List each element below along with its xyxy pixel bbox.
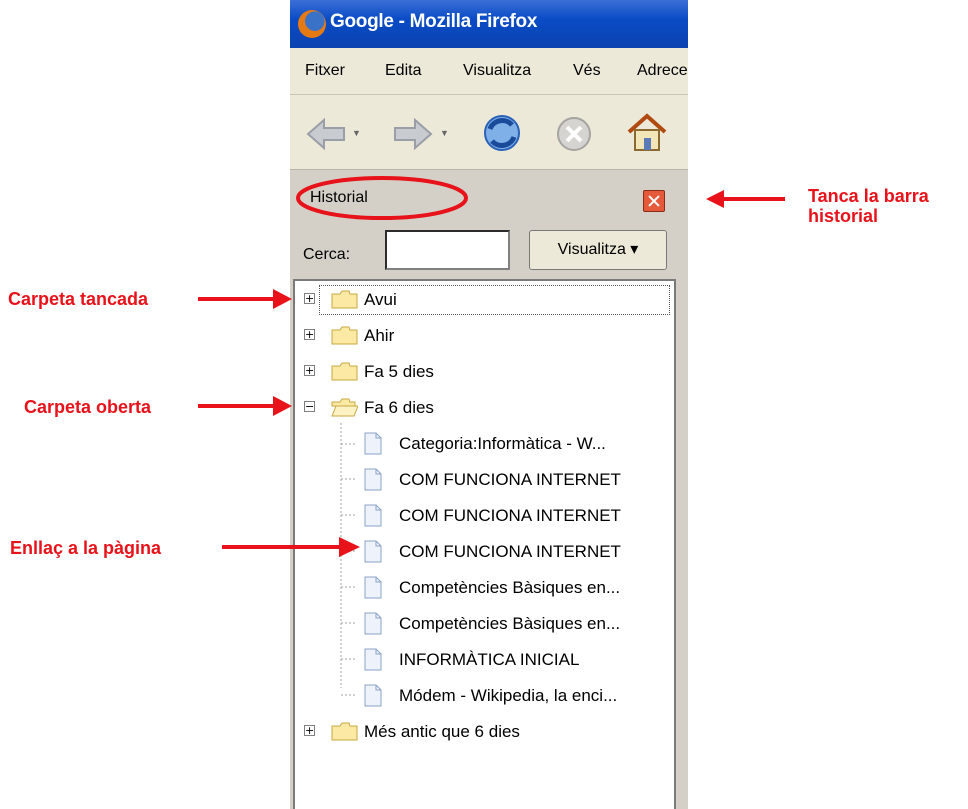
history-page-link[interactable]: COM FUNCIONA INTERNET	[295, 465, 675, 495]
history-page-link[interactable]: COM FUNCIONA INTERNET	[295, 537, 675, 567]
expand-plus-icon[interactable]: +	[304, 329, 315, 340]
history-folder-mes-antic[interactable]: + Més antic que 6 dies	[295, 717, 675, 747]
home-icon[interactable]	[625, 110, 669, 154]
history-folder-fa-6-dies[interactable]: − Fa 6 dies	[295, 393, 675, 423]
menu-fitxer[interactable]: Fitxer	[305, 62, 345, 80]
forward-arrow-icon[interactable]	[393, 117, 433, 151]
menu-edita[interactable]: Edita	[385, 62, 421, 80]
folder-closed-icon	[331, 722, 358, 741]
search-input[interactable]	[385, 230, 510, 270]
page-title: COM FUNCIONA INTERNET	[399, 470, 621, 489]
folder-closed-icon	[331, 326, 358, 345]
history-tree: + Avui + Ahir + Fa 5 dies − Fa 6 dies Ca…	[293, 279, 676, 809]
annotation-close-sidebar: Tanca la barra historial	[808, 186, 929, 226]
folder-open-icon	[331, 398, 358, 417]
expand-plus-icon[interactable]: +	[304, 365, 315, 376]
stop-icon[interactable]	[555, 115, 593, 153]
history-page-link[interactable]: INFORMÀTICA INICIAL	[295, 645, 675, 675]
search-label: Cerca:	[303, 246, 351, 263]
page-icon	[364, 648, 382, 671]
sidebar-title: Historial	[310, 189, 368, 206]
menu-ves[interactable]: Vés	[573, 62, 601, 80]
page-title: Competències Bàsiques en...	[399, 614, 621, 633]
page-icon	[364, 612, 382, 635]
expand-plus-icon[interactable]: +	[304, 293, 315, 304]
menu-adreces[interactable]: Adreces	[637, 62, 688, 80]
close-sidebar-icon[interactable]	[643, 190, 665, 212]
search-row: Cerca: Visualitza ▾	[290, 230, 688, 280]
history-page-link[interactable]: Competències Bàsiques en...	[295, 573, 675, 603]
folder-closed-icon	[331, 290, 358, 309]
page-title: COM FUNCIONA INTERNET	[399, 542, 621, 561]
page-icon	[364, 684, 382, 707]
reload-icon[interactable]	[480, 111, 524, 155]
back-arrow-icon[interactable]	[306, 117, 346, 151]
navigation-toolbar: ▼ ▼	[290, 95, 688, 170]
sidebar-header: Historial	[290, 170, 688, 230]
back-dropdown-icon[interactable]: ▼	[352, 128, 361, 138]
expand-plus-icon[interactable]: +	[304, 725, 315, 736]
history-page-link[interactable]: Módem - Wikipedia, la enci...	[295, 681, 675, 711]
menu-visualitza[interactable]: Visualitza	[463, 62, 531, 80]
page-title: Módem - Wikipedia, la enci...	[399, 686, 618, 705]
firefox-window: Google - Mozilla Firefox Fitxer Edita Vi…	[290, 0, 688, 809]
page-title: COM FUNCIONA INTERNET	[399, 506, 621, 525]
folder-label: Avui	[364, 290, 397, 309]
window-title: Google - Mozilla Firefox	[330, 11, 538, 32]
folder-label: Fa 5 dies	[364, 362, 434, 381]
history-page-link[interactable]: Categoria:Informàtica - W...	[295, 429, 675, 459]
collapse-minus-icon[interactable]: −	[304, 401, 315, 412]
folder-label: Més antic que 6 dies	[364, 722, 520, 741]
history-folder-avui[interactable]: + Avui	[295, 285, 675, 315]
page-title: INFORMÀTICA INICIAL	[399, 650, 580, 669]
folder-label: Fa 6 dies	[364, 398, 434, 417]
menu-bar: Fitxer Edita Visualitza Vés Adreces	[290, 48, 688, 95]
history-page-link[interactable]: COM FUNCIONA INTERNET	[295, 501, 675, 531]
arrow-head	[706, 190, 724, 208]
folder-label: Ahir	[364, 326, 395, 345]
annotation-page-link: Enllaç a la pàgina	[10, 538, 162, 558]
history-page-link[interactable]: Competències Bàsiques en...	[295, 609, 675, 639]
folder-closed-icon	[331, 362, 358, 381]
title-bar: Google - Mozilla Firefox	[290, 0, 688, 48]
page-icon	[364, 432, 382, 455]
page-title: Categoria:Informàtica - W...	[399, 434, 606, 453]
page-title: Competències Bàsiques en...	[399, 578, 621, 597]
page-icon	[364, 540, 382, 563]
page-icon	[364, 504, 382, 527]
view-button[interactable]: Visualitza ▾	[529, 230, 667, 270]
history-folder-ahir[interactable]: + Ahir	[295, 321, 675, 351]
history-folder-fa-5-dies[interactable]: + Fa 5 dies	[295, 357, 675, 387]
annotation-open-folder: Carpeta oberta	[24, 397, 152, 417]
annotation-closed-folder: Carpeta tancada	[8, 289, 149, 309]
firefox-logo-icon	[298, 10, 326, 38]
forward-dropdown-icon[interactable]: ▼	[440, 128, 449, 138]
page-icon	[364, 576, 382, 599]
page-icon	[364, 468, 382, 491]
